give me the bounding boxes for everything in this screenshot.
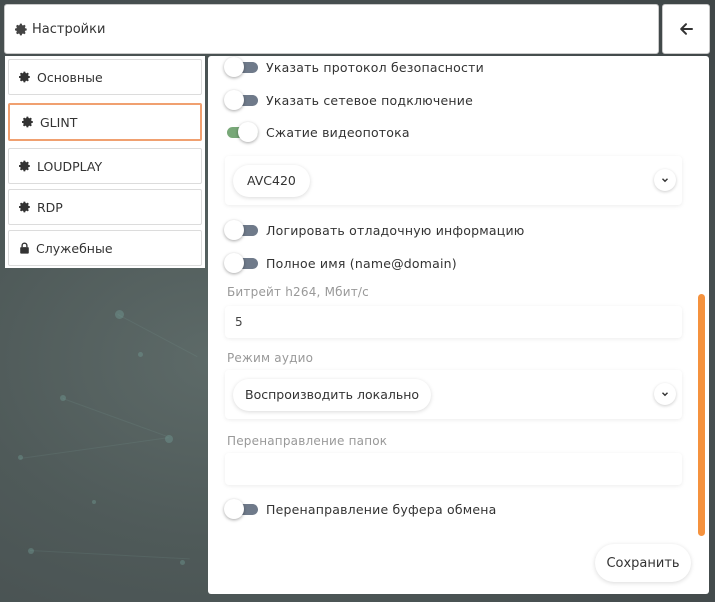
background-line bbox=[20, 437, 169, 459]
toggle-label: Полное имя (name@domain) bbox=[266, 255, 457, 271]
sidebar: Основные GLINT LOUDPLAY RDP Служебные bbox=[5, 56, 205, 268]
codec-select[interactable]: AVC420 bbox=[225, 156, 682, 205]
chevron-down-icon[interactable] bbox=[654, 383, 676, 405]
background-dot bbox=[138, 352, 143, 357]
background-dot bbox=[180, 560, 185, 565]
gear-icon bbox=[19, 201, 30, 213]
settings-panel: Указать протокол безопасности Указать се… bbox=[208, 56, 709, 594]
toggle-switch[interactable] bbox=[224, 122, 258, 142]
sidebar-item-label: Служебные bbox=[36, 240, 113, 256]
toggle-label: Указать сетевое подключение bbox=[266, 92, 473, 108]
toggle-label: Указать протокол безопасности bbox=[266, 59, 484, 75]
sidebar-item-loudplay[interactable]: LOUDPLAY bbox=[8, 148, 202, 184]
chevron-down-icon[interactable] bbox=[654, 169, 676, 191]
toggle-label: Сжатие видеопотока bbox=[266, 124, 410, 140]
toggle-full-name[interactable]: Полное имя (name@domain) bbox=[224, 253, 457, 273]
header-bar: Настройки bbox=[4, 4, 659, 54]
toggle-clipboard-redirect[interactable]: Перенаправление буфера обмена bbox=[224, 499, 496, 519]
arrow-left-icon bbox=[680, 23, 693, 35]
background-dot bbox=[92, 500, 96, 504]
background-line bbox=[117, 314, 198, 358]
sidebar-item-label: Основные bbox=[37, 69, 103, 85]
sidebar-item-service[interactable]: Служебные bbox=[8, 230, 202, 266]
codec-selected-value: AVC420 bbox=[233, 164, 310, 197]
gear-icon bbox=[19, 160, 30, 172]
toggle-debug-logging[interactable]: Логировать отладочную информацию bbox=[224, 220, 525, 240]
toggle-security-protocol[interactable]: Указать протокол безопасности bbox=[224, 57, 484, 77]
background-dot bbox=[165, 435, 173, 443]
page-title: Настройки bbox=[32, 21, 106, 37]
toggle-switch[interactable] bbox=[224, 499, 258, 519]
sidebar-item-main[interactable]: Основные bbox=[8, 59, 202, 95]
sidebar-item-glint[interactable]: GLINT bbox=[8, 103, 202, 141]
gear-icon bbox=[19, 71, 30, 83]
gear-icon bbox=[15, 23, 27, 35]
toggle-label: Перенаправление буфера обмена bbox=[266, 501, 497, 517]
toggle-switch[interactable] bbox=[224, 220, 258, 240]
toggle-switch[interactable] bbox=[224, 90, 258, 110]
toggle-switch[interactable] bbox=[224, 253, 258, 273]
background-line bbox=[62, 398, 167, 437]
toggle-network-connection[interactable]: Указать сетевое подключение bbox=[224, 90, 473, 110]
audio-selected-value: Воспроизводить локально bbox=[233, 378, 432, 411]
toggle-switch[interactable] bbox=[224, 57, 258, 77]
bitrate-label: Битрейт h264, Мбит/с bbox=[227, 285, 369, 299]
gear-icon bbox=[22, 116, 33, 128]
audio-mode-label: Режим аудио bbox=[227, 351, 314, 365]
back-button[interactable] bbox=[662, 4, 710, 54]
sidebar-item-label: GLINT bbox=[40, 114, 78, 130]
scrollbar[interactable] bbox=[698, 294, 705, 536]
sidebar-item-label: LOUDPLAY bbox=[37, 158, 103, 174]
lock-icon bbox=[20, 242, 29, 254]
folder-redirect-input[interactable] bbox=[225, 453, 682, 485]
audio-mode-select[interactable]: Воспроизводить локально bbox=[225, 370, 682, 419]
save-button[interactable]: Сохранить bbox=[595, 544, 691, 582]
background-line bbox=[29, 550, 190, 560]
toggle-label: Логировать отладочную информацию bbox=[266, 222, 525, 238]
sidebar-item-label: RDP bbox=[37, 199, 63, 215]
bitrate-input[interactable] bbox=[225, 306, 682, 338]
toggle-video-compression[interactable]: Сжатие видеопотока bbox=[224, 122, 410, 142]
folder-redirect-label: Перенаправление папок bbox=[227, 434, 388, 448]
sidebar-item-rdp[interactable]: RDP bbox=[8, 189, 202, 225]
